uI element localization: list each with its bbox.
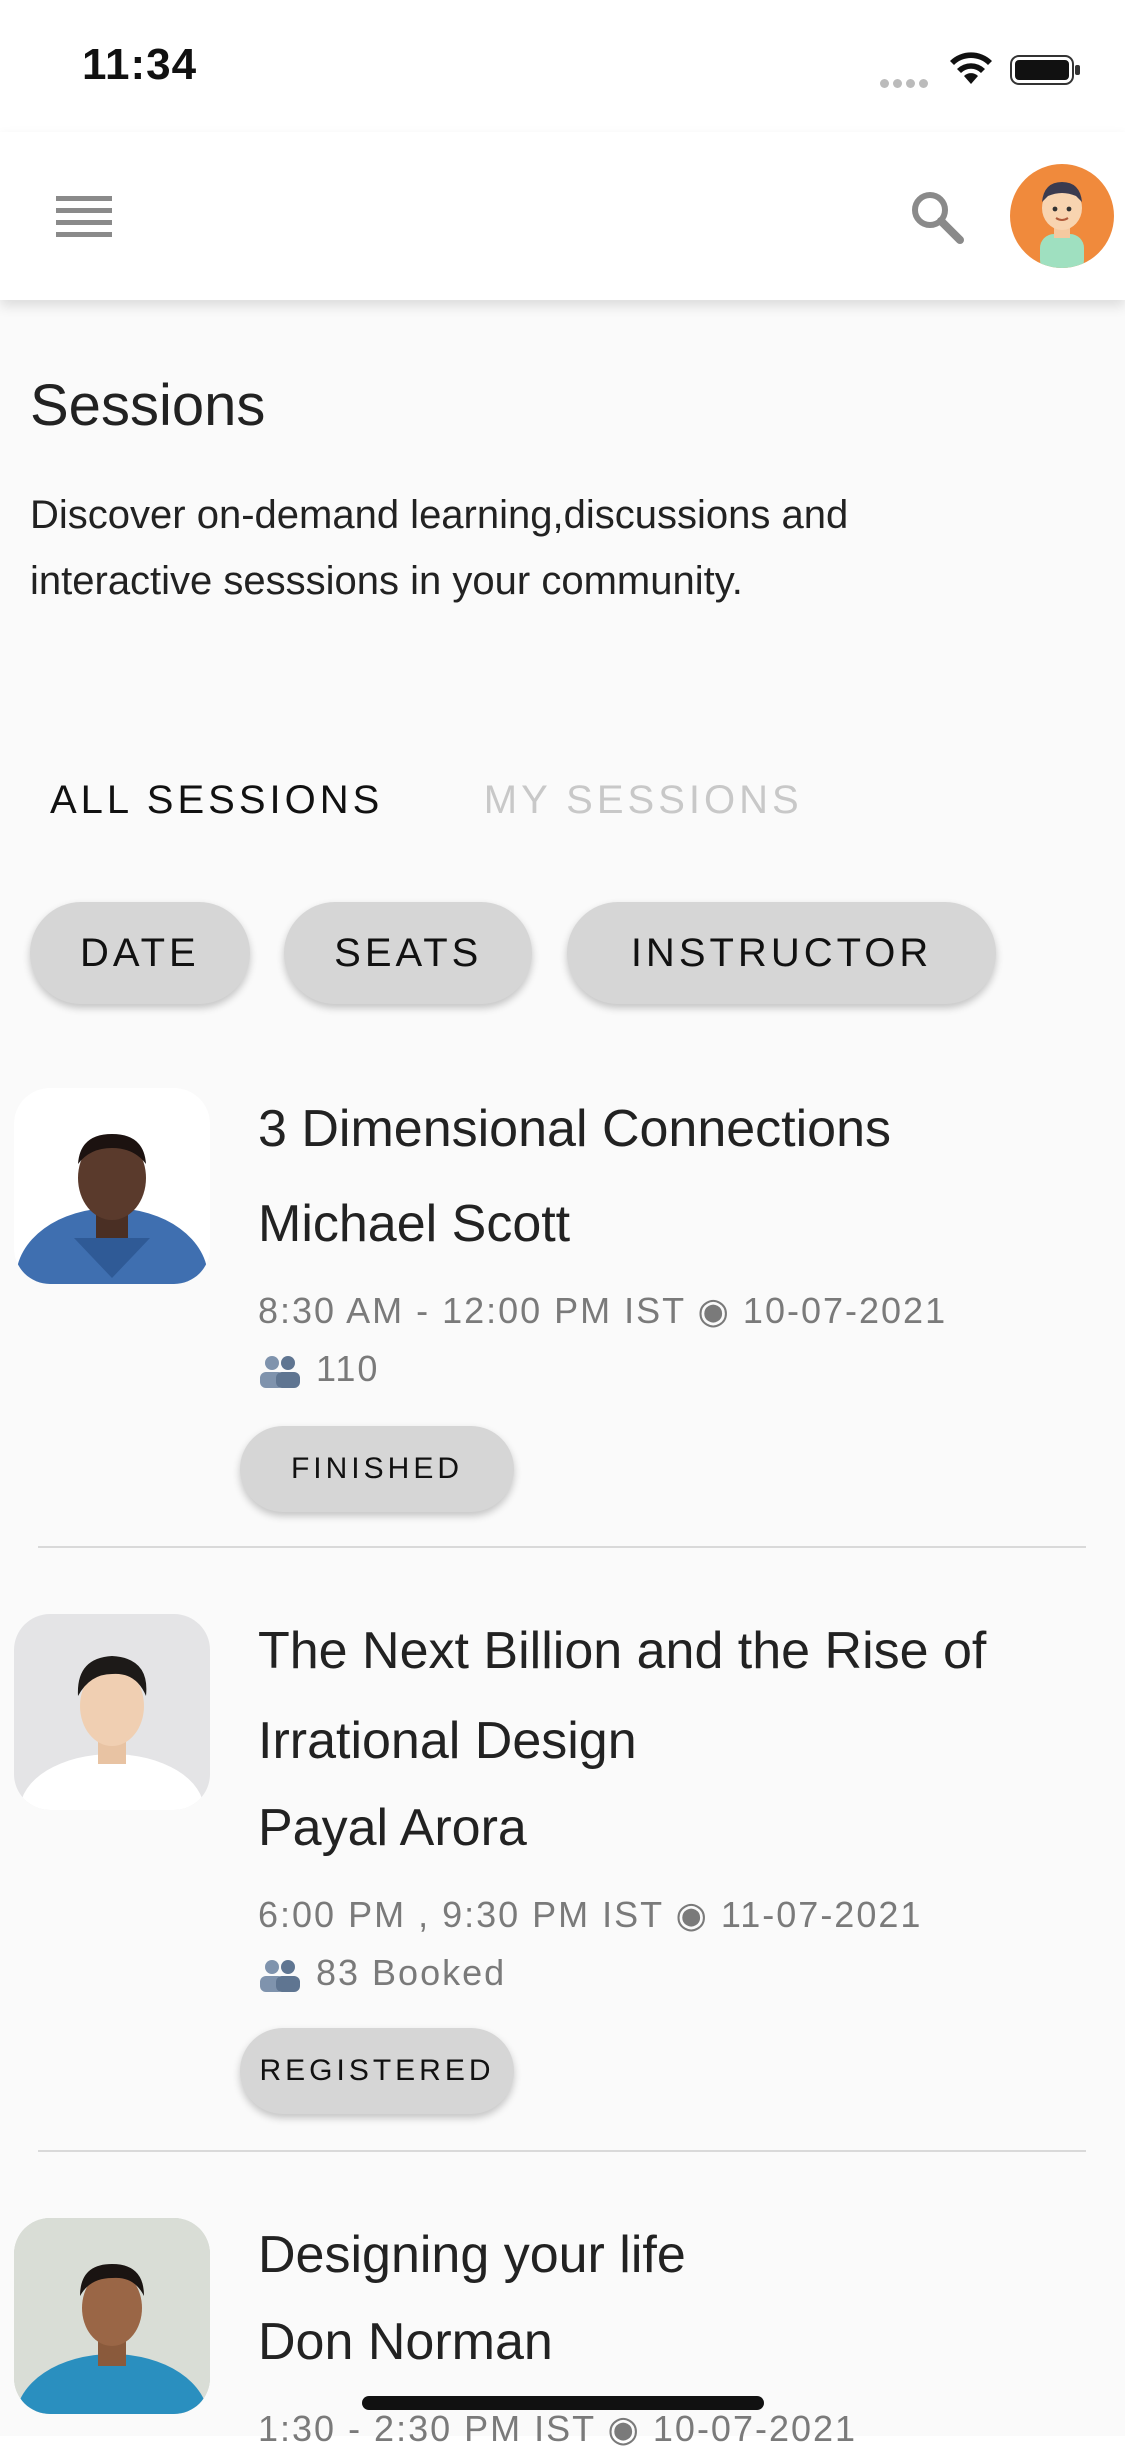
page-description: Discover on-demand learning,discussions …: [30, 493, 849, 603]
session-title: 3 Dimensional Connections: [258, 1100, 892, 1158]
people-icon: [260, 1356, 300, 1389]
menu-icon[interactable]: [56, 196, 112, 242]
session-tabs: ALL SESSIONS MY SESSIONS: [50, 778, 899, 823]
speaker-photo: [14, 1088, 210, 1284]
session-time: 1:30 - 2:30 PM IST ◉ 10-07-2021: [258, 2408, 858, 2449]
status-badge: FINISHED: [240, 1426, 514, 1512]
battery-icon: [1010, 55, 1080, 85]
session-time: 6:00 PM , 9:30 PM IST ◉ 11-07-2021: [258, 1894, 923, 1935]
page-title: Sessions: [30, 373, 266, 438]
status-time: 11:34: [82, 40, 198, 89]
session-speaker: Payal Arora: [258, 1799, 527, 1857]
people-icon: [260, 1960, 300, 1993]
status-badge: REGISTERED: [240, 2028, 514, 2114]
filter-chip-date[interactable]: DATE: [30, 902, 250, 1004]
session-speaker: Michael Scott: [258, 1195, 571, 1253]
session-title: The Next Billion and the Rise of Irratio…: [258, 1622, 987, 1770]
speaker-photo: [14, 1614, 210, 1810]
session-time: 8:30 AM - 12:00 PM IST ◉ 10-07-2021: [258, 1290, 948, 1331]
speaker-photo: [14, 2218, 210, 2414]
tab-all-sessions[interactable]: ALL SESSIONS: [50, 778, 383, 823]
avatar-illustration-icon: [1040, 182, 1084, 268]
avatar[interactable]: [1010, 164, 1114, 268]
session-seats: 83 Booked: [258, 1952, 506, 1994]
wifi-icon: [950, 52, 992, 84]
filter-chip-instructor[interactable]: INSTRUCTOR: [566, 902, 997, 1004]
session-seats: 110: [258, 1348, 379, 1390]
status-bar: 11:34: [0, 0, 1125, 132]
search-icon[interactable]: [908, 188, 964, 244]
cellular-signal-icon: [880, 75, 932, 93]
main-content: Sessions Discover on-demand learning,dis…: [0, 300, 1125, 2449]
divider: [38, 2150, 1086, 2152]
seats-count: 110: [316, 1348, 380, 1389]
divider: [38, 1546, 1086, 1548]
seats-count: 83 Booked: [316, 1952, 507, 1993]
tab-my-sessions[interactable]: MY SESSIONS: [484, 778, 803, 823]
filter-chips: DATE SEATS INSTRUCTOR: [30, 902, 1026, 1004]
home-indicator[interactable]: [362, 2396, 764, 2410]
app-bar: [0, 132, 1125, 300]
session-title: Designing your life: [258, 2226, 686, 2284]
filter-chip-seats[interactable]: SEATS: [284, 902, 533, 1004]
session-speaker: Don Norman: [258, 2313, 553, 2371]
